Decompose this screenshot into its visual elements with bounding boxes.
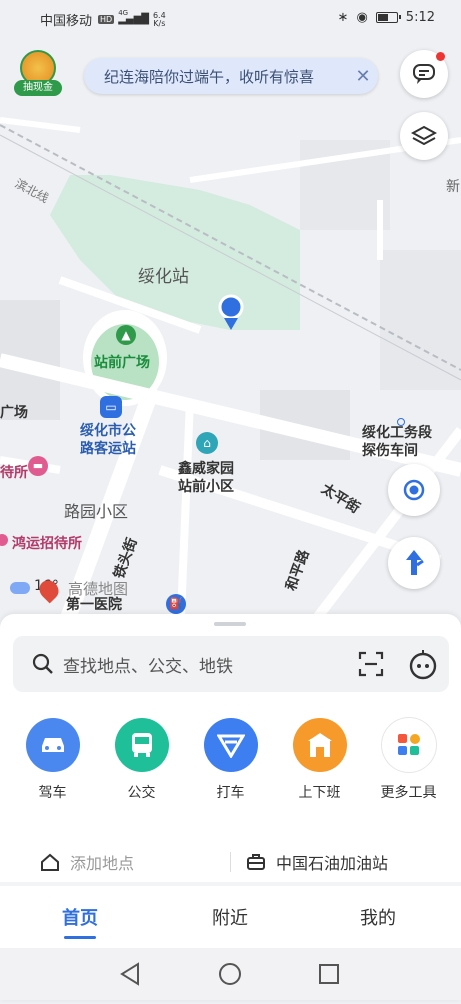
clock: 5:12 (405, 10, 435, 25)
drag-handle[interactable] (214, 622, 246, 626)
tool-commute-label: 上下班 (298, 785, 341, 801)
search-bar[interactable]: 查找地点、公交、地铁 (13, 636, 449, 692)
route-button[interactable] (388, 537, 440, 589)
tab-nearby[interactable]: 附近 (212, 904, 248, 930)
bus-icon (114, 718, 169, 772)
map-label-suihua-station[interactable]: 绥化站 (138, 262, 189, 287)
map-label-luyuan[interactable]: 路园小区 (64, 498, 128, 522)
map-label-workshop[interactable]: 绥化工务段 探伤车间 (362, 424, 432, 460)
map-label-bus-station[interactable]: 绥化市公 路客运站 (80, 422, 136, 458)
locate-icon (403, 479, 425, 501)
tab-home-indicator (64, 936, 96, 939)
tool-taxi-label: 打车 (216, 785, 245, 801)
voice-assistant-icon[interactable] (407, 648, 439, 680)
add-place-label: 添加地点 (70, 854, 135, 873)
tab-home[interactable]: 首页 (62, 904, 98, 930)
tool-more[interactable]: 更多工具 (369, 718, 449, 802)
cash-draw-coupon[interactable]: 抽现金 (14, 50, 62, 100)
xinwei-line2: 站前小区 (178, 479, 234, 495)
tool-drive-label: 驾车 (38, 785, 67, 801)
back-icon (120, 962, 139, 986)
map-view[interactable]: 绥化站 滨北线 新 ▲ 站前广场 ▭ 绥化市公 路客运站 广场 待所 ▬ ⌂ 鑫… (0, 0, 461, 640)
hd-badge: HD (98, 15, 115, 24)
system-nav-icons (120, 962, 339, 986)
location-icon: ◉ (356, 10, 368, 25)
route-arrow-icon (406, 550, 424, 575)
map-label-square-partial: 广场 (0, 405, 28, 421)
bus-station-line1: 绥化市公 (80, 423, 136, 439)
speed-unit: K/s (153, 18, 166, 28)
scan-icon[interactable] (357, 650, 385, 678)
weather-cloud-icon (10, 582, 30, 594)
tool-bus[interactable]: 公交 (102, 718, 182, 802)
coupon-label: 抽现金 (14, 80, 62, 96)
briefcase-icon (247, 854, 265, 870)
tool-bus-label: 公交 (127, 785, 156, 801)
home-nav-icon (219, 963, 241, 985)
map-label-xinwei[interactable]: 鑫威家园 站前小区 (178, 460, 234, 496)
map-label-xin-partial: 新 (446, 179, 460, 195)
bus-station-icon: ▭ (100, 396, 122, 418)
layers-icon (411, 125, 437, 146)
map-label-station-square[interactable]: 站前广场 (94, 352, 150, 372)
gas-station-icon: ⛽ (166, 594, 186, 614)
layers-button[interactable] (400, 112, 448, 160)
tool-commute[interactable]: 上下班 (280, 718, 360, 802)
work-place-label: 中国石油加油站 (276, 854, 389, 873)
quick-places: 添加地点 中国石油加油站 (0, 836, 461, 886)
locate-button[interactable] (388, 464, 440, 516)
signal-icon: 4G ▂▄▆█ (118, 9, 149, 25)
network-type: 4G (118, 9, 129, 17)
status-bar: 中国移动 HD 4G ▂▄▆█ 6.4 K/s ∗ ◉ 5:12 (0, 0, 461, 36)
message-button[interactable] (400, 50, 448, 98)
quick-divider (230, 852, 231, 872)
xinwei-line1: 鑫威家园 (178, 461, 234, 477)
bus-station-line2: 路客运站 (80, 441, 136, 457)
taxi-icon (203, 718, 258, 772)
add-place-button[interactable]: 添加地点 (40, 850, 134, 874)
battery-fill (377, 14, 388, 21)
work-place-button[interactable]: 中国石油加油站 (246, 850, 388, 874)
park-icon: ▲ (116, 325, 136, 345)
close-icon[interactable]: ✕ (348, 66, 378, 87)
search-icon (32, 653, 53, 674)
message-icon (413, 64, 435, 84)
workshop-line1: 绥化工务段 (362, 425, 432, 441)
system-nav-bar (0, 948, 461, 1000)
map-label-hongyun[interactable]: 鸿运招待所 (12, 533, 82, 553)
commute-icon (292, 718, 347, 772)
map-label-hotel-partial: 待所 (0, 465, 28, 481)
workshop-line2: 探伤车间 (362, 443, 418, 459)
tab-bar: 首页 附近 我的 (0, 886, 461, 948)
more-tools-icon (381, 718, 436, 772)
battery-icon (375, 12, 401, 23)
notice-banner[interactable]: 纪连海陪你过端午，收听有惊喜 ✕ (84, 58, 378, 94)
tool-taxi[interactable]: 打车 (191, 718, 271, 802)
tool-drive[interactable]: 驾车 (13, 718, 93, 802)
tab-mine[interactable]: 我的 (360, 904, 396, 930)
tool-row: 驾车 公交 打车 上下班 更多工具 (0, 718, 461, 802)
recents-icon (319, 964, 339, 984)
bluetooth-icon: ∗ (337, 10, 349, 25)
notification-dot (436, 52, 445, 61)
map-label-hospital[interactable]: 第一医院 (66, 594, 122, 614)
residence-icon: ⌂ (196, 432, 218, 454)
home-icon (41, 853, 59, 871)
hotel-icon: ▬ (28, 456, 48, 476)
car-icon (25, 718, 80, 772)
search-input[interactable]: 查找地点、公交、地铁 (63, 652, 357, 677)
carrier-name: 中国移动 (40, 14, 93, 29)
network-speed: 6.4 K/s (153, 11, 166, 28)
notice-text: 纪连海陪你过端午，收听有惊喜 (104, 67, 315, 86)
tool-more-label: 更多工具 (380, 785, 437, 801)
